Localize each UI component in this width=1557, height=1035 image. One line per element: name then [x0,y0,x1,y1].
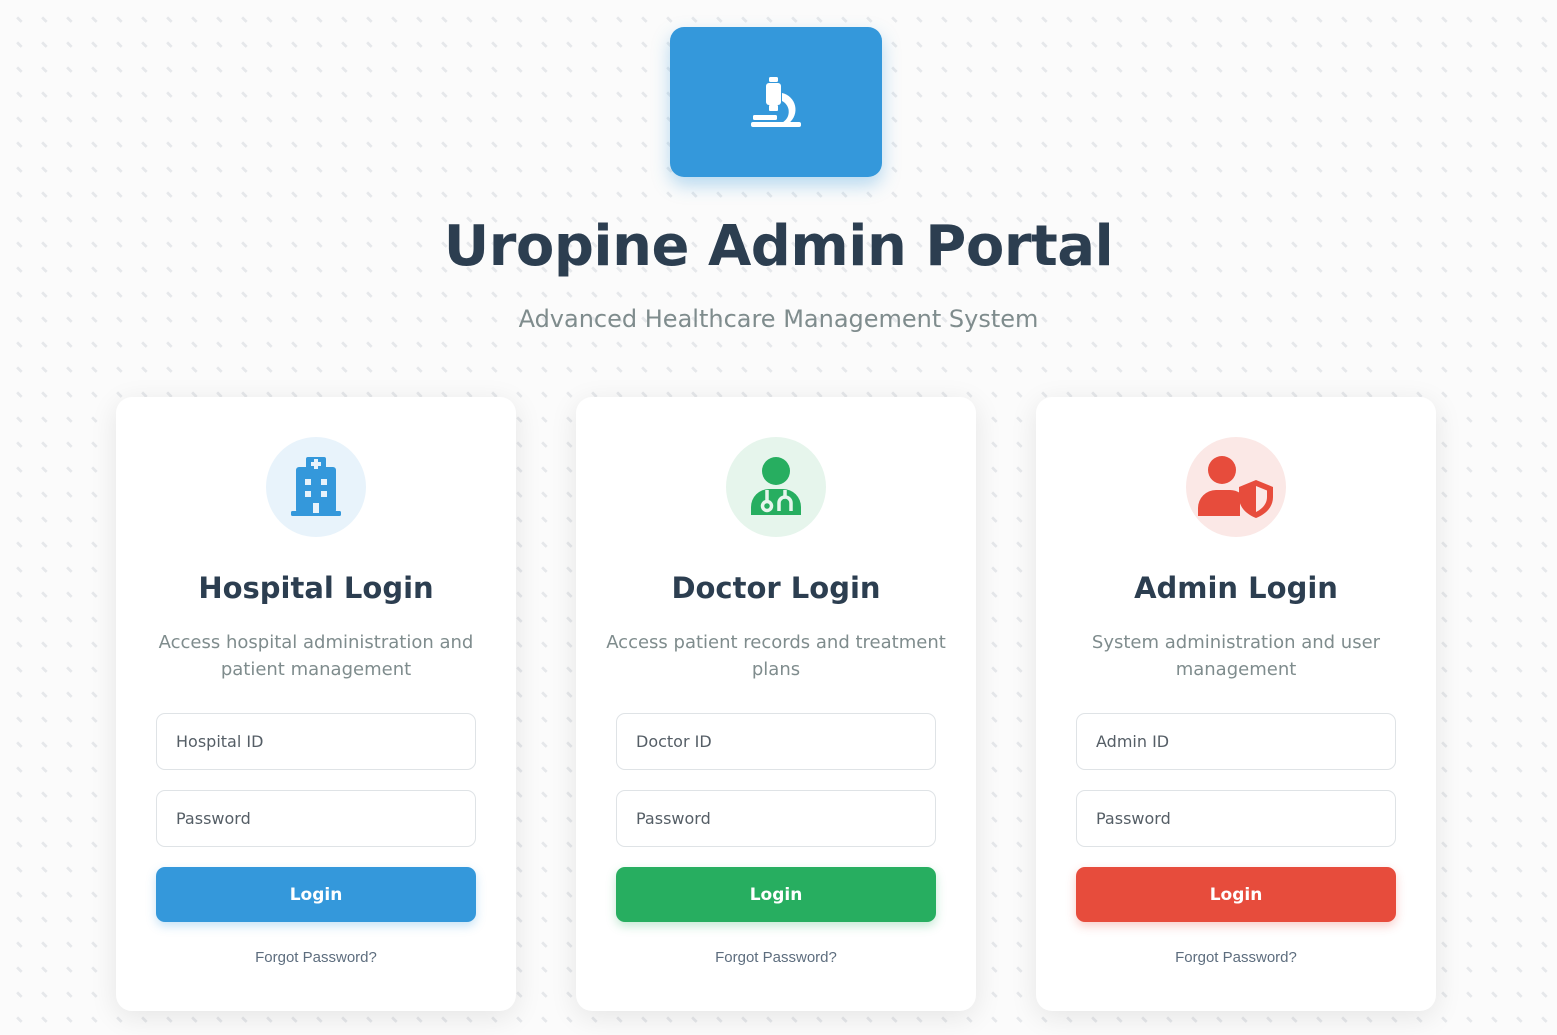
hospital-id-input[interactable] [156,713,476,770]
user-shield-icon [1198,456,1273,518]
card-title: Doctor Login [671,571,881,605]
hospital-login-button[interactable]: Login [156,867,476,922]
admin-login-button[interactable]: Login [1076,867,1396,922]
card-title: Hospital Login [198,571,434,605]
hospital-password-input[interactable] [156,790,476,847]
doctor-forgot-password-link[interactable]: Forgot Password? [576,949,976,966]
page-title: Uropine Admin Portal [443,214,1114,279]
doctor-icon-badge [726,437,826,537]
card-description: Access patient records and treatment pla… [606,632,946,680]
doctor-icon [751,457,801,515]
microscope-icon [751,77,801,127]
admin-login-card: Admin Login System administration and us… [1036,397,1436,1011]
admin-password-input[interactable] [1076,790,1396,847]
admin-forgot-password-link[interactable]: Forgot Password? [1036,949,1436,966]
doctor-password-input[interactable] [616,790,936,847]
doctor-login-button[interactable]: Login [616,867,936,922]
card-description: Access hospital administration and patie… [158,632,474,680]
hospital-icon [291,457,341,516]
portal-logo [670,27,882,177]
page-subtitle: Advanced Healthcare Management System [518,305,1039,333]
hospital-login-card: Hospital Login Access hospital administr… [116,397,516,1011]
doctor-id-input[interactable] [616,713,936,770]
card-title: Admin Login [1134,571,1338,605]
admin-icon-badge [1186,437,1286,537]
hospital-icon-badge [266,437,366,537]
admin-id-input[interactable] [1076,713,1396,770]
doctor-login-card: Doctor Login Access patient records and … [576,397,976,1011]
card-description: System administration and user managemen… [1091,632,1381,680]
hospital-forgot-password-link[interactable]: Forgot Password? [116,949,516,966]
